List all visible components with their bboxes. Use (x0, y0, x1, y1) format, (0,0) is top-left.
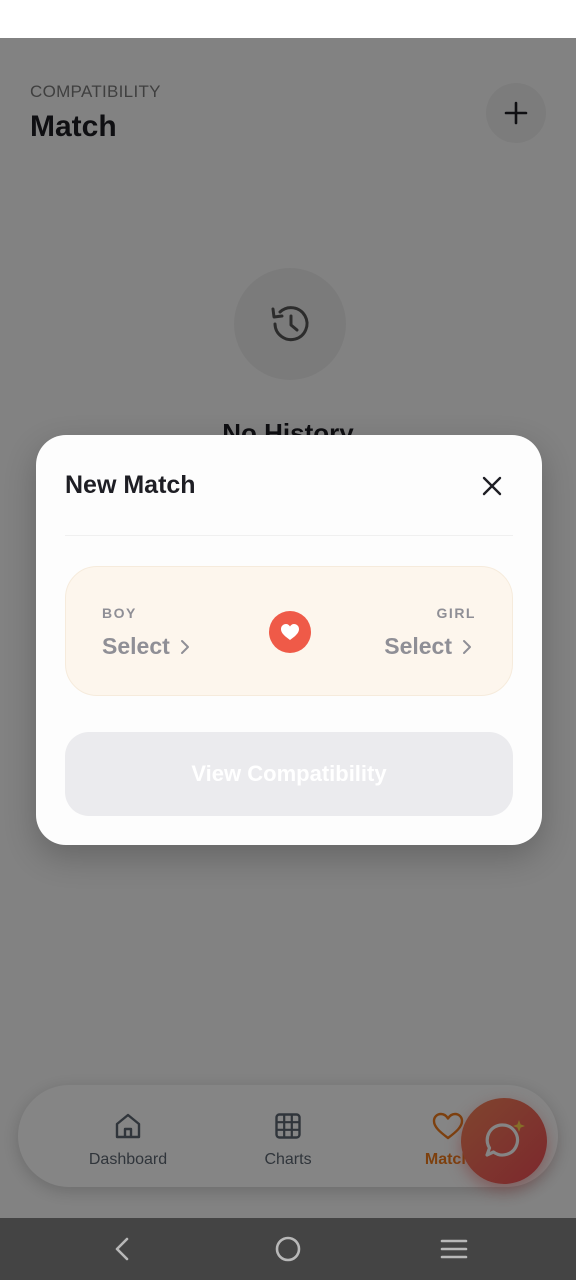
system-home-button[interactable] (248, 1218, 328, 1280)
status-bar (0, 0, 576, 38)
girl-select-button[interactable]: Select (384, 633, 472, 660)
close-icon (482, 476, 502, 496)
heart-badge (269, 611, 311, 653)
menu-icon (440, 1239, 468, 1259)
system-menu-button[interactable] (414, 1218, 494, 1280)
heart-icon (281, 624, 299, 640)
home-circle-icon (275, 1236, 301, 1262)
chevron-right-icon (180, 639, 189, 654)
new-match-modal: New Match BOY Select GIRL Select View Co… (36, 435, 542, 845)
girl-label: GIRL (436, 605, 476, 621)
chevron-right-icon (463, 639, 471, 654)
boy-label: BOY (102, 605, 137, 621)
view-compatibility-button[interactable]: View Compatibility (65, 732, 513, 816)
boy-select-button[interactable]: Select (102, 633, 190, 660)
system-back-button[interactable] (82, 1218, 162, 1280)
girl-select-text: Select (384, 633, 452, 659)
close-modal-button[interactable] (474, 468, 510, 504)
back-icon (115, 1237, 129, 1261)
pair-selector-card: BOY Select GIRL Select (65, 566, 513, 696)
system-navigation-bar (0, 1218, 576, 1280)
modal-title: New Match (65, 471, 196, 499)
modal-divider (65, 535, 513, 536)
boy-select-text: Select (102, 633, 170, 659)
